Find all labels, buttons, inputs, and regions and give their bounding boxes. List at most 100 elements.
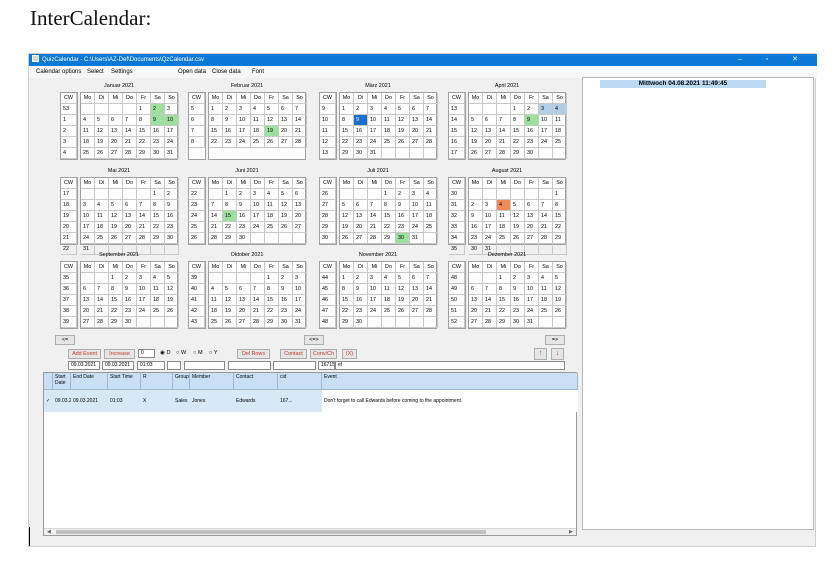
day-cell[interactable]: 17: [165, 126, 179, 137]
day-cell[interactable]: 7: [424, 104, 438, 115]
day-cell[interactable]: 11: [151, 284, 165, 295]
day-cell[interactable]: 19: [223, 306, 237, 317]
day-cell[interactable]: 15: [209, 126, 223, 137]
day-cell[interactable]: 28: [368, 233, 382, 244]
day-cell[interactable]: 6: [293, 189, 307, 200]
menu-open-data[interactable]: Open data: [178, 66, 206, 78]
day-cell[interactable]: 25: [81, 148, 95, 159]
day-cell[interactable]: 8: [511, 115, 525, 126]
day-cell[interactable]: 21: [497, 137, 511, 148]
day-cell[interactable]: 2: [396, 189, 410, 200]
day-cell[interactable]: 26: [396, 137, 410, 148]
scroll-right-icon[interactable]: ▶: [569, 529, 573, 536]
day-cell[interactable]: 1: [553, 189, 567, 200]
day-cell[interactable]: 12: [165, 284, 179, 295]
table-cell[interactable]: ✓: [44, 390, 53, 412]
day-cell[interactable]: 29: [340, 317, 354, 328]
day-cell[interactable]: 19: [340, 222, 354, 233]
increase-stepper[interactable]: 0: [138, 349, 155, 358]
day-cell[interactable]: 1: [511, 104, 525, 115]
day-cell[interactable]: 13: [525, 211, 539, 222]
table-cell[interactable]: Don't forget to call Edwards before comi…: [322, 390, 578, 412]
day-cell[interactable]: 17: [483, 222, 497, 233]
day-cell[interactable]: 29: [511, 148, 525, 159]
column-header[interactable]: Event: [322, 373, 578, 390]
day-cell[interactable]: 17: [237, 126, 251, 137]
day-cell[interactable]: 7: [539, 200, 553, 211]
day-cell[interactable]: 8: [340, 284, 354, 295]
day-cell[interactable]: 24: [293, 306, 307, 317]
day-cell[interactable]: 30: [237, 233, 251, 244]
day-cell[interactable]: 15: [223, 211, 237, 222]
day-cell[interactable]: 25: [95, 233, 109, 244]
day-cell[interactable]: 27: [410, 137, 424, 148]
day-cell[interactable]: 4: [265, 189, 279, 200]
day-cell[interactable]: 10: [368, 284, 382, 295]
day-cell[interactable]: 19: [109, 222, 123, 233]
day-cell[interactable]: 25: [151, 306, 165, 317]
day-cell[interactable]: 10: [237, 115, 251, 126]
day-cell[interactable]: 11: [209, 295, 223, 306]
day-cell[interactable]: 1: [223, 189, 237, 200]
day-cell[interactable]: 17: [368, 295, 382, 306]
day-cell[interactable]: 27: [483, 148, 497, 159]
day-cell[interactable]: 1: [151, 189, 165, 200]
day-cell[interactable]: 26: [165, 306, 179, 317]
day-cell[interactable]: 5: [223, 284, 237, 295]
day-cell[interactable]: 30: [151, 148, 165, 159]
day-cell[interactable]: 19: [165, 295, 179, 306]
day-cell[interactable]: 9: [396, 200, 410, 211]
prev-button[interactable]: <=: [55, 335, 75, 345]
day-cell[interactable]: 29: [223, 233, 237, 244]
day-cell[interactable]: 23: [511, 306, 525, 317]
day-cell[interactable]: 4: [151, 273, 165, 284]
day-cell[interactable]: 21: [137, 222, 151, 233]
day-cell[interactable]: 19: [95, 137, 109, 148]
day-cell[interactable]: 20: [293, 211, 307, 222]
day-cell[interactable]: 12: [265, 115, 279, 126]
day-cell[interactable]: 15: [553, 211, 567, 222]
day-cell[interactable]: 15: [265, 295, 279, 306]
day-cell[interactable]: 8: [497, 284, 511, 295]
scrollbar-thumb[interactable]: [56, 530, 486, 534]
day-cell[interactable]: 28: [424, 137, 438, 148]
time-field[interactable]: 01:03: [137, 361, 165, 370]
radio-year[interactable]: ○ Y: [209, 349, 218, 358]
day-cell[interactable]: 18: [424, 211, 438, 222]
day-cell[interactable]: 1: [497, 273, 511, 284]
table-cell[interactable]: 167...: [278, 390, 322, 412]
day-cell[interactable]: 7: [137, 200, 151, 211]
day-cell[interactable]: 2: [511, 273, 525, 284]
day-cell[interactable]: 13: [469, 295, 483, 306]
day-cell[interactable]: 24: [81, 233, 95, 244]
group-field[interactable]: [184, 361, 225, 370]
day-cell[interactable]: 6: [410, 273, 424, 284]
radio-month[interactable]: ○ M: [193, 349, 203, 358]
day-cell[interactable]: 28: [497, 148, 511, 159]
day-cell[interactable]: 13: [279, 115, 293, 126]
day-cell[interactable]: 22: [137, 137, 151, 148]
day-cell[interactable]: 15: [109, 295, 123, 306]
column-header[interactable]: cid: [278, 373, 322, 390]
day-cell[interactable]: 7: [209, 200, 223, 211]
day-cell[interactable]: 7: [368, 200, 382, 211]
day-cell[interactable]: 7: [497, 115, 511, 126]
day-cell[interactable]: 6: [410, 104, 424, 115]
day-cell[interactable]: 16: [123, 295, 137, 306]
day-cell[interactable]: 2: [469, 200, 483, 211]
day-cell[interactable]: 8: [382, 200, 396, 211]
day-cell[interactable]: 26: [95, 148, 109, 159]
day-cell[interactable]: 5: [553, 273, 567, 284]
day-cell[interactable]: 10: [251, 200, 265, 211]
day-cell[interactable]: 25: [382, 137, 396, 148]
column-header[interactable]: [44, 373, 53, 390]
day-cell[interactable]: 26: [511, 233, 525, 244]
day-cell[interactable]: 18: [81, 137, 95, 148]
day-cell[interactable]: 27: [410, 306, 424, 317]
day-cell[interactable]: 19: [511, 222, 525, 233]
day-cell[interactable]: 18: [497, 222, 511, 233]
day-cell[interactable]: 25: [209, 317, 223, 328]
day-cell[interactable]: 13: [109, 126, 123, 137]
day-cell[interactable]: 5: [165, 273, 179, 284]
day-cell[interactable]: 8: [137, 115, 151, 126]
